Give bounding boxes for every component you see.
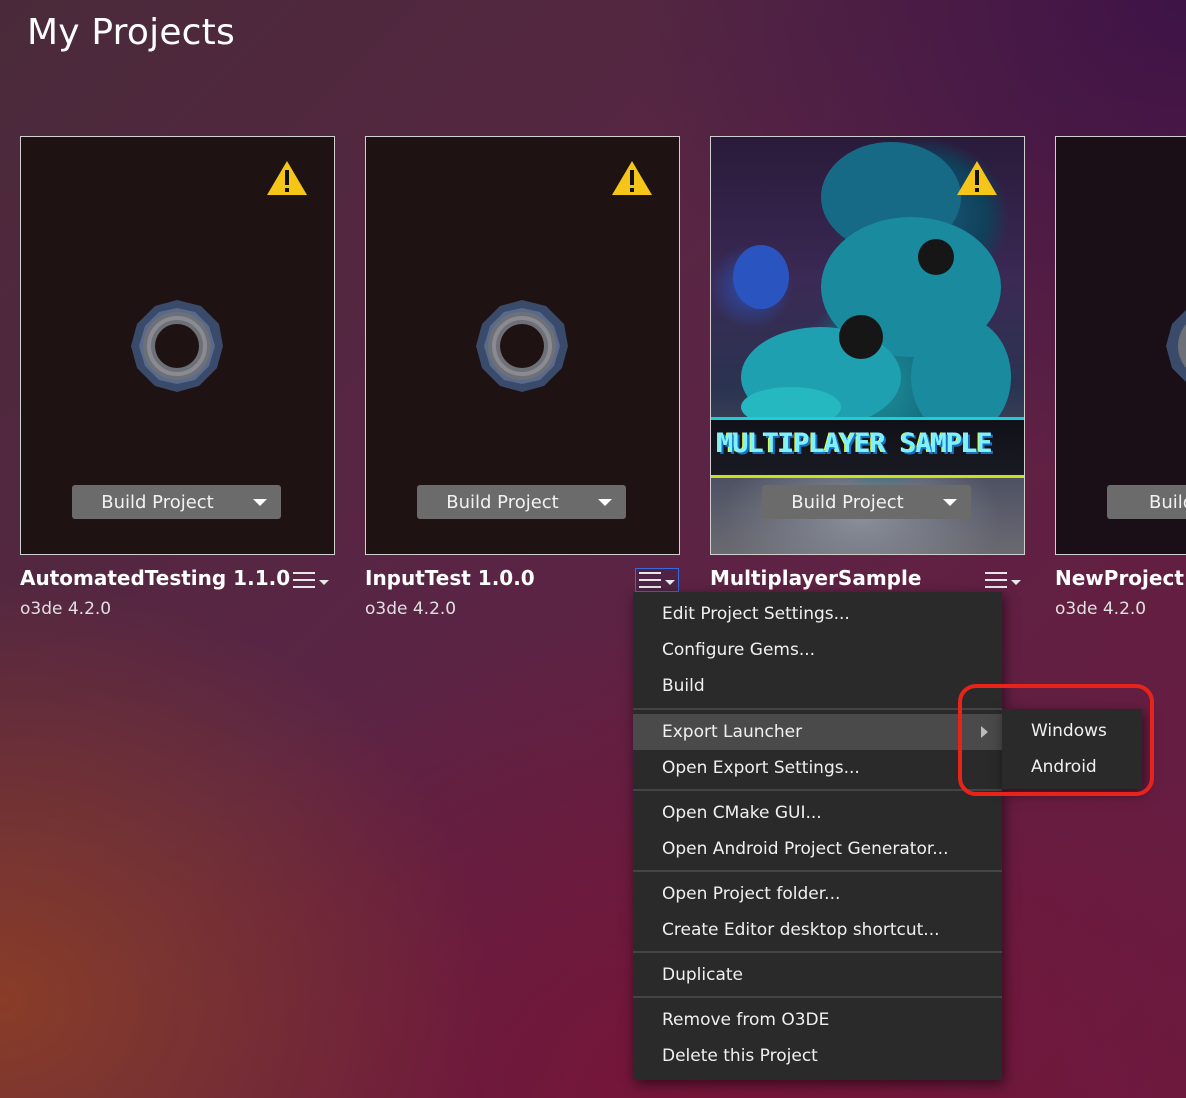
hamburger-menu-icon [639,572,661,588]
menu-item-create-editor-shortcut[interactable]: Create Editor desktop shortcut... [633,912,1002,948]
project-thumbnail[interactable]: Build [1055,136,1186,555]
menu-item-delete-project[interactable]: Delete this Project [633,1038,1002,1074]
menu-item-open-project-folder[interactable]: Open Project folder... [633,876,1002,912]
project-name: MultiplayerSample [710,566,922,590]
build-project-button[interactable]: Build [1107,485,1186,519]
chevron-down-icon [1011,579,1021,585]
menu-separator [633,708,1002,710]
menu-separator [633,870,1002,872]
project-card-newproject[interactable]: Build NewProject 1 o3de 4.2.0 [1055,136,1186,636]
engine-version: o3de 4.2.0 [365,599,457,619]
menu-separator [633,789,1002,791]
hamburger-menu-icon [293,572,315,588]
menu-item-duplicate[interactable]: Duplicate [633,957,1002,993]
menu-item-build[interactable]: Build [633,668,1002,704]
annotation-highlight [958,684,1154,796]
menu-item-remove-from-o3de[interactable]: Remove from O3DE [633,1002,1002,1038]
project-card-multiplayersample[interactable]: MULTIPLAYER SAMPLE Build Project Multipl… [710,136,1025,590]
project-thumbnail[interactable]: Build Project [20,136,335,555]
build-project-label: Build Project [101,491,214,513]
o3de-logo-icon [1166,310,1186,382]
chevron-down-icon [665,579,675,585]
engine-version: o3de 4.2.0 [20,599,112,619]
project-menu-button[interactable] [981,568,1025,592]
o3de-logo-icon [131,300,223,392]
menu-item-open-android-project-generator[interactable]: Open Android Project Generator... [633,831,1002,867]
project-name: NewProject 1 [1055,566,1186,590]
build-project-button[interactable]: Build Project [762,485,971,519]
chevron-down-icon[interactable] [584,498,626,506]
project-banner: MULTIPLAYER SAMPLE [711,417,1024,478]
project-menu-button[interactable] [289,568,333,592]
menu-separator [633,951,1002,953]
warning-icon [957,161,997,195]
engine-version: o3de 4.2.0 [1055,599,1147,619]
hamburger-menu-icon [985,572,1007,588]
build-project-label: Build Project [791,491,904,513]
build-project-button[interactable]: Build Project [72,485,281,519]
menu-separator [633,996,1002,998]
project-card-automatedtesting[interactable]: Build Project AutomatedTesting 1.1.0 o3d… [20,136,335,619]
project-menu-button[interactable] [635,568,679,592]
project-name: InputTest 1.0.0 [365,566,535,590]
chevron-down-icon [319,579,329,585]
menu-item-edit-project-settings[interactable]: Edit Project Settings... [633,596,1002,632]
project-thumbnail[interactable]: Build Project [365,136,680,555]
warning-icon [267,161,307,195]
chevron-down-icon[interactable] [239,498,281,506]
build-project-label: Build [1149,491,1186,513]
menu-item-label: Export Launcher [662,722,803,742]
menu-item-configure-gems[interactable]: Configure Gems... [633,632,1002,668]
project-name: AutomatedTesting 1.1.0 [20,566,291,590]
project-card-inputtest[interactable]: Build Project InputTest 1.0.0 o3de 4.2.0 [365,136,680,619]
warning-icon [612,161,652,195]
project-context-menu: Edit Project Settings... Configure Gems.… [633,592,1002,1080]
o3de-logo-icon [476,300,568,392]
project-banner-text: MULTIPLAYER SAMPLE [717,428,993,459]
project-thumbnail[interactable]: MULTIPLAYER SAMPLE Build Project [710,136,1025,555]
build-project-button[interactable]: Build Project [417,485,626,519]
page-title: My Projects [27,12,235,53]
build-project-label: Build Project [446,491,559,513]
menu-item-open-export-settings[interactable]: Open Export Settings... [633,750,1002,786]
menu-item-export-launcher[interactable]: Export Launcher [633,714,1002,750]
menu-item-open-cmake-gui[interactable]: Open CMake GUI... [633,795,1002,831]
chevron-down-icon[interactable] [929,498,971,506]
